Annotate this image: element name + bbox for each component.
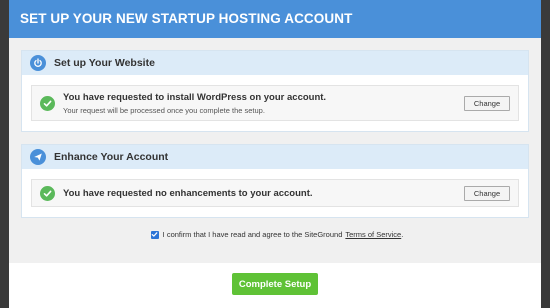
modal-header: SET UP YOUR NEW STARTUP HOSTING ACCOUNT [9, 0, 541, 38]
modal-footer: Complete Setup [9, 263, 541, 308]
website-change-button[interactable]: Change [464, 95, 510, 111]
wordpress-notice: You have requested to install WordPress … [31, 85, 519, 121]
wordpress-notice-main: You have requested to install WordPress … [63, 91, 327, 103]
website-section: Set up Your Website You have requested t… [21, 50, 529, 132]
check-icon [40, 95, 55, 111]
check-icon [40, 185, 55, 201]
terms-confirm-row: I confirm that I have read and agree to … [21, 230, 529, 239]
terms-suffix: . [401, 230, 404, 239]
modal-body: Set up Your Website You have requested t… [9, 38, 541, 263]
paper-plane-icon [30, 149, 46, 165]
terms-checkbox[interactable] [150, 230, 159, 239]
enhancements-notice-main: You have requested no enhancements to yo… [63, 187, 313, 199]
enhancements-notice-text: You have requested no enhancements to yo… [63, 188, 464, 199]
power-icon [30, 55, 46, 71]
terms-confirm-text: I confirm that I have read and agree to … [162, 230, 343, 239]
enhance-change-button[interactable]: Change [464, 185, 510, 201]
setup-modal: SET UP YOUR NEW STARTUP HOSTING ACCOUNT … [9, 0, 541, 308]
enhancements-notice: You have requested no enhancements to yo… [31, 179, 519, 207]
terms-of-service-link[interactable]: Terms of Service [345, 230, 401, 239]
complete-setup-button[interactable]: Complete Setup [232, 273, 318, 295]
wordpress-notice-text: You have requested to install WordPress … [63, 92, 464, 115]
website-section-content: You have requested to install WordPress … [22, 75, 528, 131]
enhance-section-header: Enhance Your Account [22, 145, 528, 169]
website-section-header: Set up Your Website [22, 51, 528, 75]
website-section-title: Set up Your Website [54, 57, 155, 69]
wordpress-notice-sub: Your request will be processed once you … [63, 105, 265, 115]
enhance-section-title: Enhance Your Account [54, 151, 169, 163]
modal-title: SET UP YOUR NEW STARTUP HOSTING ACCOUNT [20, 11, 353, 26]
enhance-section-content: You have requested no enhancements to yo… [22, 169, 528, 217]
enhance-section: Enhance Your Account You have requested … [21, 144, 529, 218]
